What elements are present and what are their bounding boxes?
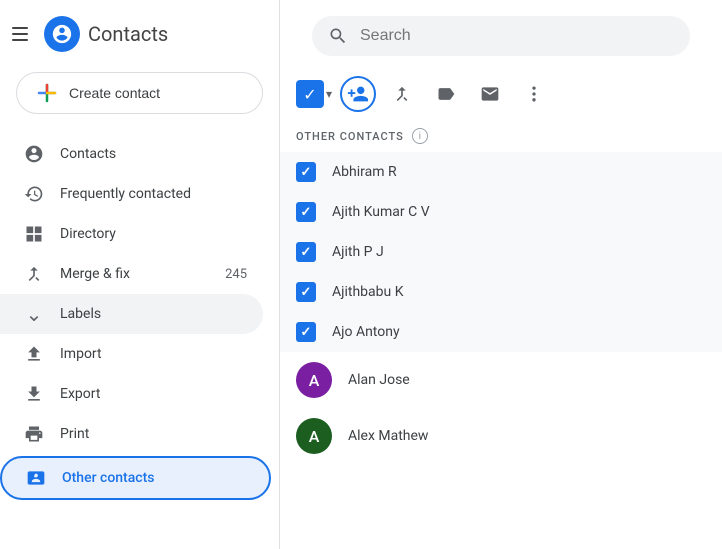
- print-icon: [24, 424, 44, 444]
- import-label: Import: [60, 346, 247, 362]
- info-icon[interactable]: i: [412, 128, 428, 144]
- sidebar-item-print[interactable]: Print: [0, 414, 263, 454]
- checkmark-icon: ✓: [303, 85, 316, 104]
- plus-colorful-icon: [37, 83, 57, 103]
- main-content: ✓ ▾: [280, 0, 722, 549]
- labels-section[interactable]: ⌄ Labels: [0, 294, 263, 334]
- merge-contacts-icon: [392, 84, 412, 104]
- contact-checkbox[interactable]: [296, 162, 316, 182]
- contact-name: Ajith P J: [332, 244, 384, 260]
- sidebar-item-frequently[interactable]: Frequently contacted: [0, 174, 263, 214]
- search-icon: [328, 26, 348, 46]
- table-row[interactable]: Ajo Antony: [280, 312, 722, 352]
- frequently-label: Frequently contacted: [60, 186, 247, 202]
- contact-checkbox[interactable]: [296, 282, 316, 302]
- sidebar-item-directory[interactable]: Directory: [0, 214, 263, 254]
- table-row[interactable]: Abhiram R: [280, 152, 722, 192]
- chevron-down-icon[interactable]: ▾: [326, 87, 332, 101]
- section-title: OTHER CONTACTS: [296, 130, 404, 143]
- merge-badge: 245: [225, 267, 247, 282]
- nav-items: Contacts Frequently contacted Directory …: [0, 134, 279, 549]
- labels-label: Labels: [60, 306, 247, 322]
- sidebar: Contacts Create contact Contacts Frequen…: [0, 0, 280, 549]
- contact-checkbox[interactable]: [296, 202, 316, 222]
- more-vert-icon: [524, 84, 544, 104]
- sidebar-header: Contacts: [0, 8, 279, 68]
- select-dropdown[interactable]: ✓ ▾: [296, 80, 332, 108]
- sidebar-item-other-contacts[interactable]: Other contacts: [0, 456, 271, 500]
- search-input[interactable]: [360, 27, 674, 45]
- merge-button[interactable]: [384, 76, 420, 112]
- more-options-button[interactable]: [516, 76, 552, 112]
- grid-icon: [24, 224, 44, 244]
- add-to-contacts-button[interactable]: [340, 76, 376, 112]
- table-row[interactable]: A Alan Jose: [280, 352, 722, 408]
- avatar: A: [296, 362, 332, 398]
- table-row[interactable]: Ajith Kumar C V: [280, 192, 722, 232]
- merge-label: Merge & fix: [60, 266, 209, 282]
- directory-label: Directory: [60, 226, 247, 242]
- contact-name: Ajo Antony: [332, 324, 400, 340]
- contact-name: Alan Jose: [348, 372, 410, 388]
- chevron-down-icon: ⌄: [24, 304, 44, 324]
- contact-checkbox[interactable]: [296, 242, 316, 262]
- search-container: [280, 0, 722, 68]
- contact-name: Abhiram R: [332, 164, 397, 180]
- avatar: A: [296, 418, 332, 454]
- history-icon: [24, 184, 44, 204]
- contact-name: Alex Mathew: [348, 428, 428, 444]
- email-button[interactable]: [472, 76, 508, 112]
- print-label: Print: [60, 426, 247, 442]
- other-contacts-label: Other contacts: [62, 470, 253, 486]
- app-icon: [44, 16, 80, 52]
- menu-icon[interactable]: [8, 22, 32, 46]
- table-row[interactable]: Ajith P J: [280, 232, 722, 272]
- logo-area: Contacts: [44, 16, 168, 52]
- merge-icon: [24, 264, 44, 284]
- select-all-checkbox[interactable]: ✓: [296, 80, 324, 108]
- contact-name: Ajithbabu K: [332, 284, 404, 300]
- section-header: OTHER CONTACTS i: [280, 120, 722, 152]
- other-contacts-icon: [26, 468, 46, 488]
- export-label: Export: [60, 386, 247, 402]
- create-contact-button[interactable]: Create contact: [16, 72, 263, 114]
- table-row[interactable]: Ajithbabu K: [280, 272, 722, 312]
- toolbar: ✓ ▾: [280, 68, 722, 120]
- sidebar-item-merge[interactable]: Merge & fix 245: [0, 254, 263, 294]
- create-contact-label: Create contact: [69, 85, 160, 101]
- download-icon: [24, 384, 44, 404]
- label-button[interactable]: [428, 76, 464, 112]
- contact-checkbox[interactable]: [296, 322, 316, 342]
- label-icon: [436, 84, 456, 104]
- contact-name: Ajith Kumar C V: [332, 204, 430, 220]
- person-add-icon: [347, 83, 369, 105]
- contacts-label: Contacts: [60, 146, 247, 162]
- person-icon: [24, 144, 44, 164]
- contact-list: Abhiram R Ajith Kumar C V Ajith P J Ajit…: [280, 152, 722, 549]
- email-icon: [480, 84, 500, 104]
- table-row[interactable]: A Alex Mathew: [280, 408, 722, 464]
- sidebar-item-contacts[interactable]: Contacts: [0, 134, 263, 174]
- app-title: Contacts: [88, 22, 168, 46]
- sidebar-item-export[interactable]: Export: [0, 374, 263, 414]
- sidebar-item-import[interactable]: Import: [0, 334, 263, 374]
- search-bar[interactable]: [312, 16, 690, 56]
- upload-icon: [24, 344, 44, 364]
